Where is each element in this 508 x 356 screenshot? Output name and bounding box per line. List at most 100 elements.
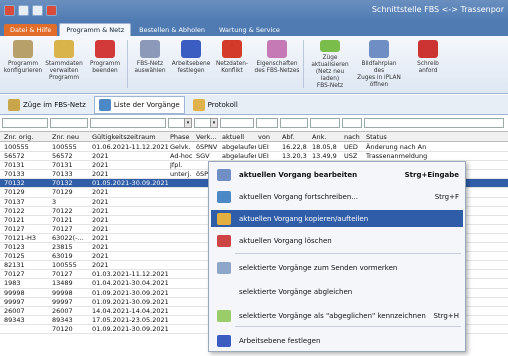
- column-filter-input[interactable]: [310, 118, 340, 128]
- column-header[interactable]: nach: [344, 133, 364, 141]
- masterdata-icon: [54, 40, 74, 58]
- table-cell: 01.05.2021-30.09.2021: [92, 179, 168, 188]
- context-menu-item[interactable]: aktuellen Vorgang kopieren/aufteilen: [211, 210, 463, 227]
- tab-label: Liste der Vorgänge: [113, 100, 180, 109]
- column-header[interactable]: Znr. orig.: [4, 133, 50, 141]
- column-filter-input[interactable]: [50, 118, 88, 128]
- column-header[interactable]: Znr. neu: [52, 133, 90, 141]
- context-menu-item[interactable]: selektierte Vorgänge als "abgeglichen" k…: [211, 307, 463, 324]
- column-header[interactable]: Ank.: [312, 133, 342, 141]
- context-menu-item[interactable]: aktuellen Vorgang löschen: [211, 232, 463, 249]
- context-menu-item[interactable]: Arbeitsebene festlegen: [211, 332, 463, 349]
- table-cell: 70127: [52, 270, 73, 279]
- context-menu-item[interactable]: aktuellen Vorgang bearbeiten Strg+Eingabe: [211, 166, 463, 183]
- ribbon-separator: [127, 40, 128, 88]
- ribbon-button-request[interactable]: Schreib anford: [405, 38, 451, 90]
- context-menu-item[interactable]: aktuellen Vorgang fortschreiben... Strg+F: [211, 188, 463, 205]
- table-cell: 56572: [52, 152, 73, 161]
- context-menu-label: aktuellen Vorgang bearbeiten: [239, 170, 358, 179]
- ribbon-button-timetable[interactable]: Bildfahrplan des Zuges in iPLAN öffnen: [356, 38, 402, 90]
- table-cell: SGV: [196, 152, 210, 161]
- timetable-icon: [369, 40, 389, 58]
- table-cell: 18.05,8: [312, 143, 337, 151]
- ribbon-button-warning[interactable]: Netzdaten- Konflikt: [213, 38, 251, 90]
- column-header[interactable]: von: [258, 133, 280, 141]
- table-cell: UED: [344, 143, 358, 151]
- tab-protokoll[interactable]: Protokoll: [189, 97, 242, 113]
- table-cell: 70121: [4, 215, 25, 224]
- column-filter-input[interactable]: [256, 118, 278, 128]
- context-menu-item[interactable]: selektierte Vorgänge abgleichen: [211, 283, 463, 300]
- warning-icon: [222, 40, 242, 58]
- context-menu-label: selektierte Vorgänge als "abgeglichen" k…: [239, 311, 426, 320]
- column-filter-input[interactable]: [364, 118, 504, 128]
- protocol-icon: [192, 98, 205, 111]
- ribbon-toolbar: Programm konfigurieren Stammdaten verwalt…: [0, 36, 508, 94]
- ribbon-button-layer[interactable]: Arbeitsebene festlegen: [172, 38, 210, 90]
- table-row[interactable]: 100555 100555 01.06.2021-11.12.2021 Gelvk. ö…: [0, 143, 508, 153]
- table-cell: 70133: [4, 170, 25, 179]
- column-filter-input[interactable]: [90, 118, 166, 128]
- mark-send-icon: [217, 261, 231, 274]
- table-cell: abgelaufen: [222, 143, 256, 151]
- tab-wartung-service[interactable]: Wartung & Service: [213, 24, 286, 36]
- filter-dropdown-icon[interactable]: ▾: [210, 118, 218, 128]
- table-cell: 13.20,3: [282, 152, 307, 161]
- table-cell: 16.22,8: [282, 143, 307, 151]
- close-icon[interactable]: [46, 5, 57, 16]
- ribbon-button-config[interactable]: Programm konfigurieren: [4, 38, 42, 90]
- undo-icon[interactable]: [18, 5, 29, 16]
- tab-bestellen-abholen[interactable]: Bestellen & Abholen: [133, 24, 211, 36]
- ribbon-button-label: Arbeitsebene festlegen: [171, 61, 211, 74]
- ribbon-button-masterdata[interactable]: Stammdaten verwalten Programm: [45, 38, 83, 90]
- tab-liste-der-vorgaenge[interactable]: Liste der Vorgänge: [93, 95, 185, 114]
- ribbon-button-exit[interactable]: Programm beenden: [86, 38, 124, 90]
- table-cell: 2021: [92, 206, 109, 215]
- ribbon-button-properties[interactable]: Eigenschaften des FBS-Netzes: [254, 38, 300, 90]
- column-filter-input[interactable]: [2, 118, 48, 128]
- table-cell: 70125: [4, 252, 25, 261]
- tab-programm-netz[interactable]: Programm & Netz: [59, 23, 132, 36]
- filter-dropdown-icon[interactable]: ▾: [184, 118, 192, 128]
- ribbon-button-label: Züge aktualisieren (Netz neu laden) FBS-…: [311, 55, 349, 89]
- ribbon-button-network[interactable]: FBS-Netz auswählen: [131, 38, 169, 90]
- context-menu-label: Arbeitsebene festlegen: [239, 336, 321, 345]
- table-cell: Trassenanmeldung: [366, 152, 428, 161]
- tab-datei-hilfe[interactable]: Datei & Hilfe: [4, 24, 58, 36]
- table-cell: 70132: [52, 179, 73, 188]
- table-cell: UEI: [258, 152, 269, 161]
- table-cell: 2021: [92, 252, 109, 261]
- table-cell: 13.49,9: [312, 152, 337, 161]
- column-filter-input[interactable]: [220, 118, 254, 128]
- column-filter-input[interactable]: [280, 118, 308, 128]
- column-header[interactable]: Abf.: [282, 133, 310, 141]
- column-header[interactable]: Phase: [170, 133, 194, 141]
- app-menu-icon[interactable]: [4, 5, 15, 16]
- table-cell: Jfpl.: [170, 161, 183, 170]
- column-header[interactable]: Verk...: [196, 133, 220, 141]
- table-cell: 01.09.2021-30.09.2021: [92, 324, 168, 333]
- copy-split-icon: [217, 212, 231, 225]
- column-header[interactable]: Gültigkeitszeitraum: [92, 133, 168, 141]
- exit-icon: [95, 40, 115, 58]
- ribbon-button-label: Netzdaten- Konflikt: [215, 61, 249, 74]
- table-cell: 26007: [52, 306, 73, 315]
- table-row[interactable]: 56572 56572 2021 Ad-hoc SGV abgelaufen UEI 13.2…: [0, 152, 508, 162]
- table-cell: 17.05.2021-23.05.2021: [92, 315, 168, 324]
- save-icon[interactable]: [32, 5, 43, 16]
- ribbon-button-label: FBS-Netz auswählen: [134, 61, 166, 74]
- table-cell: 100555: [52, 261, 77, 270]
- ribbon-button-label: Stammdaten verwalten Programm: [45, 61, 83, 81]
- column-filter-input[interactable]: [342, 118, 362, 128]
- tab-zuege-im-fbs-netz[interactable]: Züge im FBS-Netz: [4, 97, 90, 113]
- context-menu-item[interactable]: selektierte Vorgänge zum Senden vormerke…: [211, 259, 463, 276]
- network-icon: [140, 40, 160, 58]
- shortcut-hint: Strg+H: [433, 311, 459, 320]
- ribbon-button-refresh[interactable]: Züge aktualisieren (Netz neu laden) FBS-…: [307, 38, 353, 90]
- shortcut-hint: Strg+F: [434, 192, 459, 201]
- column-header[interactable]: Status: [366, 133, 506, 141]
- request-icon: [418, 40, 438, 58]
- ribbon-button-label: Schreib anford: [417, 61, 439, 74]
- column-header[interactable]: aktuell: [222, 133, 256, 141]
- ribbon-separator: [303, 40, 304, 88]
